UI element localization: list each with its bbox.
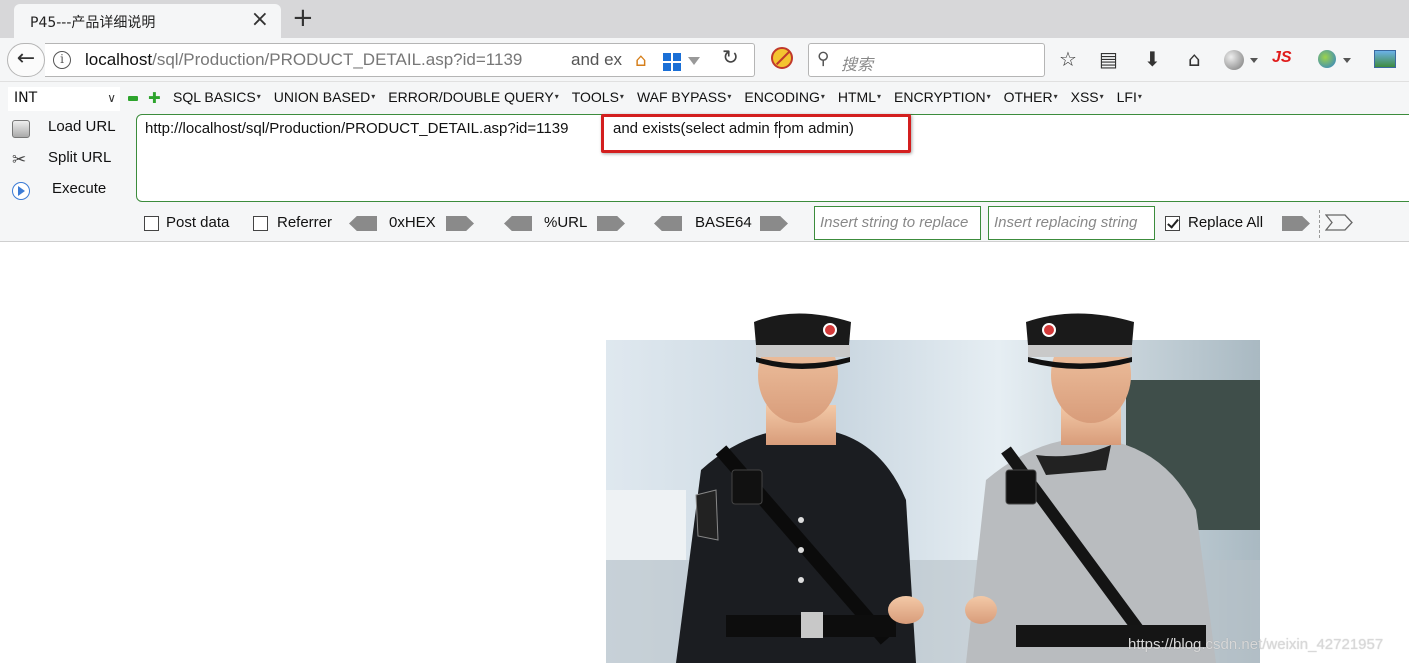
hex-decode-arrow-icon[interactable]	[349, 216, 377, 231]
search-placeholder: 搜索	[841, 55, 874, 74]
menu-waf-bypass[interactable]: WAF BYPASS	[637, 89, 731, 105]
home-page-icon[interactable]: ⌂	[635, 50, 646, 71]
navigation-bar: ← i localhost/sql/Production/PRODUCT_DET…	[0, 38, 1409, 82]
windows-icon[interactable]	[663, 53, 681, 71]
replace-go-arrow-icon[interactable]	[1282, 216, 1310, 231]
post-data-checkbox[interactable]	[144, 216, 159, 231]
menu-encryption[interactable]: ENCRYPTION	[894, 89, 991, 105]
new-tab-button[interactable]: +	[292, 3, 314, 33]
chevron-down-icon[interactable]	[1343, 58, 1351, 63]
hackbar-menu: SQL BASICS UNION BASED ERROR/DOUBLE QUER…	[173, 89, 1155, 105]
url-encode-arrow-icon[interactable]	[597, 216, 625, 231]
play-icon	[12, 182, 30, 200]
load-url-label: Load URL	[48, 118, 116, 135]
hackbar-url-value: http://localhost/sql/Production/PRODUCT_…	[145, 120, 569, 137]
hackbar-panel: INT ∨ ✚ SQL BASICS UNION BASED ERROR/DOUB…	[0, 82, 1409, 242]
url-path: /sql/Production/PRODUCT_DETAIL.asp?id=11…	[152, 50, 523, 69]
hex-encode-arrow-icon[interactable]	[446, 216, 474, 231]
download-icon[interactable]: ⬇	[1144, 48, 1161, 70]
highlight-box	[601, 114, 911, 153]
minus-icon[interactable]	[128, 96, 138, 101]
chevron-down-icon: ∨	[107, 91, 116, 105]
menu-encoding[interactable]: ENCODING	[744, 89, 824, 105]
ie-icon[interactable]	[1318, 50, 1336, 68]
tab-title: P45---产品详细说明	[30, 15, 156, 31]
replace-all-checkbox[interactable]	[1165, 216, 1180, 231]
menu-tools[interactable]: TOOLS	[572, 89, 624, 105]
execute-label: Execute	[52, 180, 107, 197]
close-icon[interactable]: ×	[251, 8, 269, 32]
scissors-icon: ✂	[12, 150, 27, 170]
adblock-icon[interactable]	[771, 47, 793, 69]
tab-strip: P45---产品详细说明 × +	[0, 0, 1409, 38]
watermark: https://blog.csdn.net/weixin_42721957	[1128, 636, 1384, 653]
globe-icon[interactable]	[1224, 50, 1244, 70]
address-bar[interactable]: i localhost/sql/Production/PRODUCT_DETAI…	[45, 43, 755, 77]
reading-list-icon[interactable]: ▤	[1099, 48, 1118, 70]
replace-to-input[interactable]: Insert replacing string	[988, 206, 1155, 240]
chevron-down-icon[interactable]	[1250, 58, 1258, 63]
reload-icon[interactable]: ↻	[722, 45, 739, 69]
post-data-label: Post data	[166, 214, 230, 231]
search-bar[interactable]: ⚲ 搜索	[808, 43, 1045, 77]
type-select[interactable]: INT ∨	[8, 87, 120, 111]
url-decode-arrow-icon[interactable]	[504, 216, 532, 231]
replace-all-label: Replace All	[1188, 214, 1264, 231]
referrer-label: Referrer	[277, 214, 333, 231]
plus-icon[interactable]: ✚	[148, 91, 161, 106]
split-url-button[interactable]: ✂ Split URL	[0, 147, 130, 175]
menu-lfi[interactable]: LFI	[1117, 89, 1142, 105]
divider	[1319, 210, 1320, 238]
browser-tab[interactable]: P45---产品详细说明 ×	[14, 4, 281, 38]
url-text[interactable]: localhost/sql/Production/PRODUCT_DETAIL.…	[85, 50, 522, 70]
split-url-label: Split URL	[48, 149, 112, 166]
type-select-value: INT	[14, 90, 38, 106]
hackbar-options: Post data Referrer 0xHEX %URL BASE64 Ins…	[0, 206, 1409, 242]
info-icon[interactable]: i	[53, 51, 71, 69]
back-button[interactable]: ←	[7, 43, 45, 77]
product-image	[606, 313, 1260, 663]
bookmark-star-icon[interactable]: ☆	[1059, 48, 1077, 70]
menu-html[interactable]: HTML	[838, 89, 881, 105]
base64-encode-arrow-icon[interactable]	[760, 216, 788, 231]
referrer-checkbox[interactable]	[253, 216, 268, 231]
execute-button[interactable]: Execute	[0, 178, 130, 206]
replace-outline-arrow-icon[interactable]	[1325, 214, 1353, 231]
base64-decode-arrow-icon[interactable]	[654, 216, 682, 231]
menu-xss[interactable]: XSS	[1071, 89, 1104, 105]
image-icon[interactable]	[1374, 50, 1396, 68]
url-host: localhost	[85, 50, 153, 69]
load-url-button[interactable]: Load URL	[0, 116, 130, 144]
menu-sql-basics[interactable]: SQL BASICS	[173, 89, 261, 105]
url-dropdown-icon[interactable]	[688, 57, 700, 65]
menu-error-double-query[interactable]: ERROR/DOUBLE QUERY	[388, 89, 558, 105]
menu-union-based[interactable]: UNION BASED	[274, 89, 375, 105]
js-icon[interactable]: JS	[1272, 49, 1292, 67]
home-icon[interactable]: ⌂	[1188, 48, 1201, 70]
url-overflow-text: and ex	[571, 50, 623, 69]
url-encode-label: %URL	[544, 214, 588, 231]
menu-other[interactable]: OTHER	[1004, 89, 1058, 105]
load-url-icon	[12, 120, 30, 138]
base64-label: BASE64	[695, 214, 752, 231]
back-arrow-icon: ←	[16, 46, 36, 71]
search-icon: ⚲	[817, 49, 830, 69]
hex-label: 0xHEX	[389, 214, 436, 231]
replace-from-input[interactable]: Insert string to replace	[814, 206, 981, 240]
